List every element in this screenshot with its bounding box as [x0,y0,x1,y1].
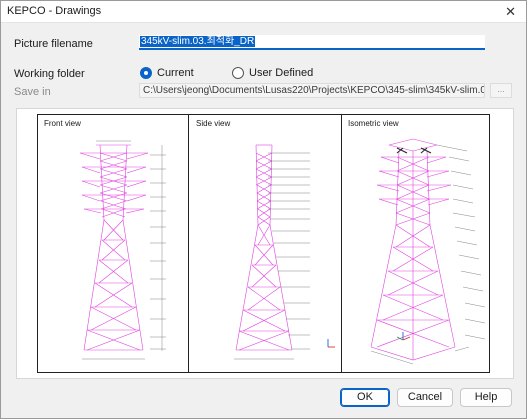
radio-current[interactable]: Current [140,67,194,79]
radio-user-defined-label: User Defined [249,67,314,79]
isometric-view-drawing [370,138,486,365]
drawing-sheet: Front view Side view Isometric view [37,114,490,373]
browse-button: ... [490,83,512,98]
picture-filename-input[interactable]: 345kV-slim.03.최적화_DR [139,35,485,50]
drawing-preview: Front view Side view Isometric view [16,108,514,379]
cancel-button[interactable]: Cancel [397,388,453,407]
radio-user-defined-indicator [232,67,244,79]
front-view-drawing [79,140,166,360]
picture-filename-value: 345kV-slim.03.최적화_DR [140,36,256,47]
radio-user-defined[interactable]: User Defined [232,67,313,79]
radio-current-label: Current [157,67,194,79]
picture-filename-label: Picture filename [14,38,93,50]
close-icon[interactable]: ✕ [505,4,516,20]
save-in-label: Save in [14,86,51,98]
side-view-drawing [234,144,335,360]
help-button[interactable]: Help [460,388,512,407]
title-bar: KEPCO - Drawings ✕ [1,1,526,23]
radio-current-indicator [140,67,152,79]
ok-button[interactable]: OK [340,388,390,407]
drawings-dialog: KEPCO - Drawings ✕ Picture filename 345k… [0,0,527,419]
save-in-path: C:\Users\jeong\Documents\Lusas220\Projec… [139,83,485,98]
window-title: KEPCO - Drawings [7,5,102,17]
working-folder-label: Working folder [14,68,85,80]
